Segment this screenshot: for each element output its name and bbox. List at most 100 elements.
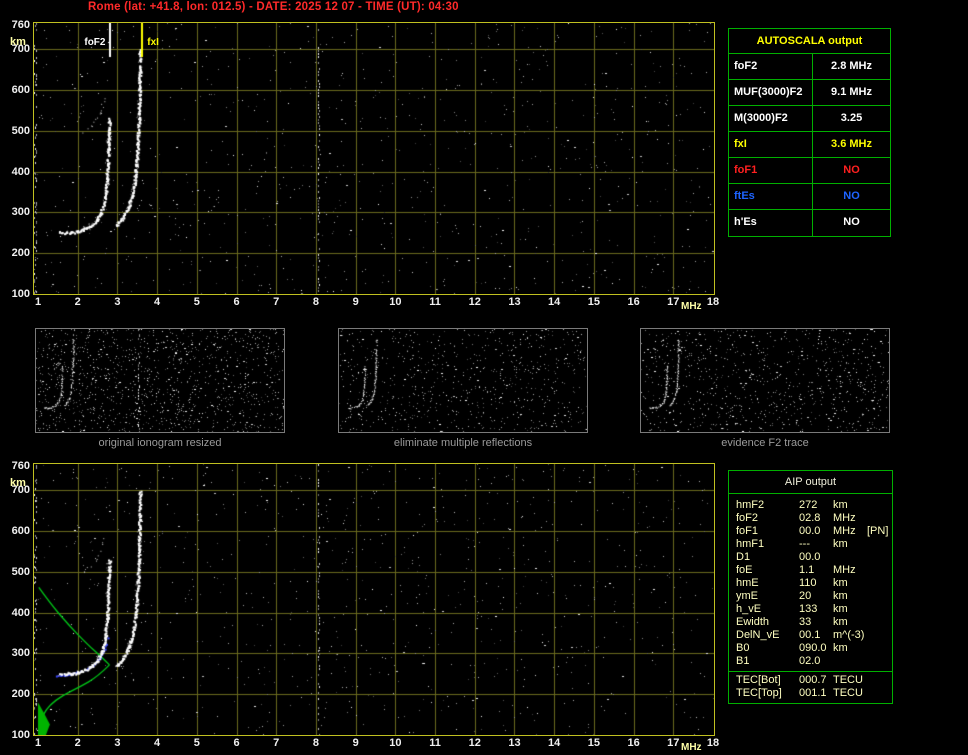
aip-row-value: 001.1 (799, 687, 827, 699)
y-tick-300: 300 (11, 647, 30, 660)
y-tick-760: 760 (11, 19, 30, 31)
x-tick-15: 15 (587, 296, 600, 308)
y-tick-400: 400 (11, 606, 30, 619)
aip-row-value: 02.0 (799, 655, 821, 667)
aip-row: TEC[Bot] 000.7 TECU (729, 674, 892, 687)
aip-row: foF2 02.8 MHz (729, 512, 892, 525)
x-axis-unit-mhz: MHz (681, 742, 702, 753)
aip-row: hmF2 272 km (729, 499, 892, 512)
aip-output-rows: hmF2 272 km foF2 02.8 MHz foF1 00.0 MHz [PN] hmF1 -… (729, 494, 892, 669)
y-tick-100: 100 (11, 288, 30, 300)
x-tick-2: 2 (74, 296, 81, 308)
aip-row: D1 00.0 (729, 551, 892, 564)
aip-tec-separator (729, 671, 892, 672)
aip-row-value: --- (799, 538, 810, 550)
aip-row-label: foF1 (736, 525, 759, 537)
aip-row: DelN_vE 00.1 m^(-3) (729, 629, 892, 642)
x-tick-11: 11 (429, 737, 441, 749)
fxI-marker-label: fxI (147, 37, 159, 48)
aip-row: hmE 110 km (729, 577, 892, 590)
x-tick-1: 1 (34, 296, 42, 308)
x-tick-14: 14 (548, 737, 561, 749)
autoscala-row: foF1 NO (729, 158, 890, 184)
x-tick-3: 3 (114, 737, 121, 749)
autoscala-row-label: ftEs (729, 184, 813, 209)
autoscala-output-title: AUTOSCALA output (729, 29, 890, 54)
aip-row-unit: km (833, 590, 848, 602)
y-tick-200: 200 (11, 688, 30, 701)
x-tick-1: 1 (34, 737, 42, 749)
autoscala-row-label: foF1 (729, 158, 813, 183)
ionogram-top-canvas (34, 23, 714, 294)
y-tick-400: 400 (11, 165, 30, 178)
aip-row-unit: m^(-3) (833, 629, 865, 641)
y-tick-500: 500 (11, 565, 30, 578)
aip-row: Ewidth 33 km (729, 616, 892, 629)
autoscala-row-value: NO (843, 164, 860, 176)
aip-row-label: h_vE (736, 603, 762, 615)
x-tick-12: 12 (468, 737, 481, 749)
autoscala-row: h'Es NO (729, 210, 890, 236)
y-tick-760: 760 (11, 460, 30, 472)
x-tick-10: 10 (389, 296, 402, 308)
aip-row: h_vE 133 km (729, 603, 892, 616)
thumbnail-multiples-panel (338, 328, 588, 433)
aip-row: ymE 20 km (729, 590, 892, 603)
aip-row-unit: km (833, 616, 848, 628)
x-tick-7: 7 (273, 737, 280, 749)
x-tick-12: 12 (468, 296, 481, 308)
aip-row-value: 272 (799, 499, 818, 511)
thumbnail-f2trace-panel (640, 328, 890, 433)
x-tick-7: 7 (273, 296, 280, 308)
aip-row-unit: MHz (833, 564, 856, 576)
x-tick-6: 6 (233, 737, 240, 749)
aip-row-label: ymE (736, 590, 758, 602)
aip-row-unit: TECU (833, 687, 863, 699)
aip-row-label: D1 (736, 551, 751, 563)
aip-output-title: AIP output (729, 471, 892, 494)
x-tick-8: 8 (312, 296, 319, 308)
ionogram-top-panel (33, 22, 715, 295)
ionogram-bottom-canvas (34, 464, 714, 735)
aip-row-value: 00.1 (799, 629, 821, 641)
x-tick-16: 16 (627, 296, 640, 308)
aip-row-unit: km (833, 499, 848, 511)
aip-row-unit: TECU (833, 674, 863, 686)
aip-row-value: 090.0 (799, 642, 827, 654)
aip-row-unit: MHz (833, 525, 856, 537)
x-tick-18: 18 (706, 296, 720, 308)
aip-output-table: AIP output hmF2 272 km foF2 02.8 MHz foF1 00.0 M… (728, 470, 893, 704)
x-tick-4: 4 (154, 737, 161, 749)
aip-row-value: 110 (799, 577, 817, 589)
autoscala-row-label: h'Es (729, 210, 813, 236)
aip-row-unit: km (833, 603, 848, 615)
y-axis-unit-km: km (10, 477, 26, 489)
aip-row-value: 1.1 (799, 564, 815, 576)
aip-row: hmF1 --- km (729, 538, 892, 551)
autoscala-row-label: foF2 (729, 54, 813, 79)
x-tick-10: 10 (389, 737, 402, 749)
aip-row-value: 20 (799, 590, 812, 602)
x-axis-unit-mhz: MHz (681, 301, 702, 312)
aip-row-value: 00.0 (799, 525, 821, 537)
x-tick-18: 18 (706, 737, 720, 749)
aip-row-label: Ewidth (736, 616, 770, 628)
autoscala-row-value: 3.25 (840, 112, 863, 124)
aip-row-label: foF2 (736, 512, 759, 524)
y-tick-600: 600 (11, 84, 30, 97)
autoscala-row-value: 9.1 MHz (831, 86, 872, 98)
x-tick-8: 8 (312, 737, 319, 749)
autoscala-row-label: MUF(3000)F2 (729, 80, 813, 105)
x-tick-13: 13 (508, 737, 521, 749)
aip-row-unit: km (833, 538, 848, 550)
aip-row-value: 33 (799, 616, 812, 628)
x-tick-5: 5 (193, 737, 200, 749)
x-tick-14: 14 (548, 296, 561, 308)
thumbnail-original-canvas (36, 329, 284, 432)
y-tick-600: 600 (11, 525, 30, 538)
autoscala-output-table: AUTOSCALA output foF2 2.8 MHz MUF(3000)F2 9… (728, 28, 891, 237)
aip-row-label: TEC[Top] (736, 687, 782, 699)
autoscala-row: fxI 3.6 MHz (729, 132, 890, 158)
thumbnail-original-panel (35, 328, 285, 433)
aip-row-label: DelN_vE (736, 629, 780, 641)
